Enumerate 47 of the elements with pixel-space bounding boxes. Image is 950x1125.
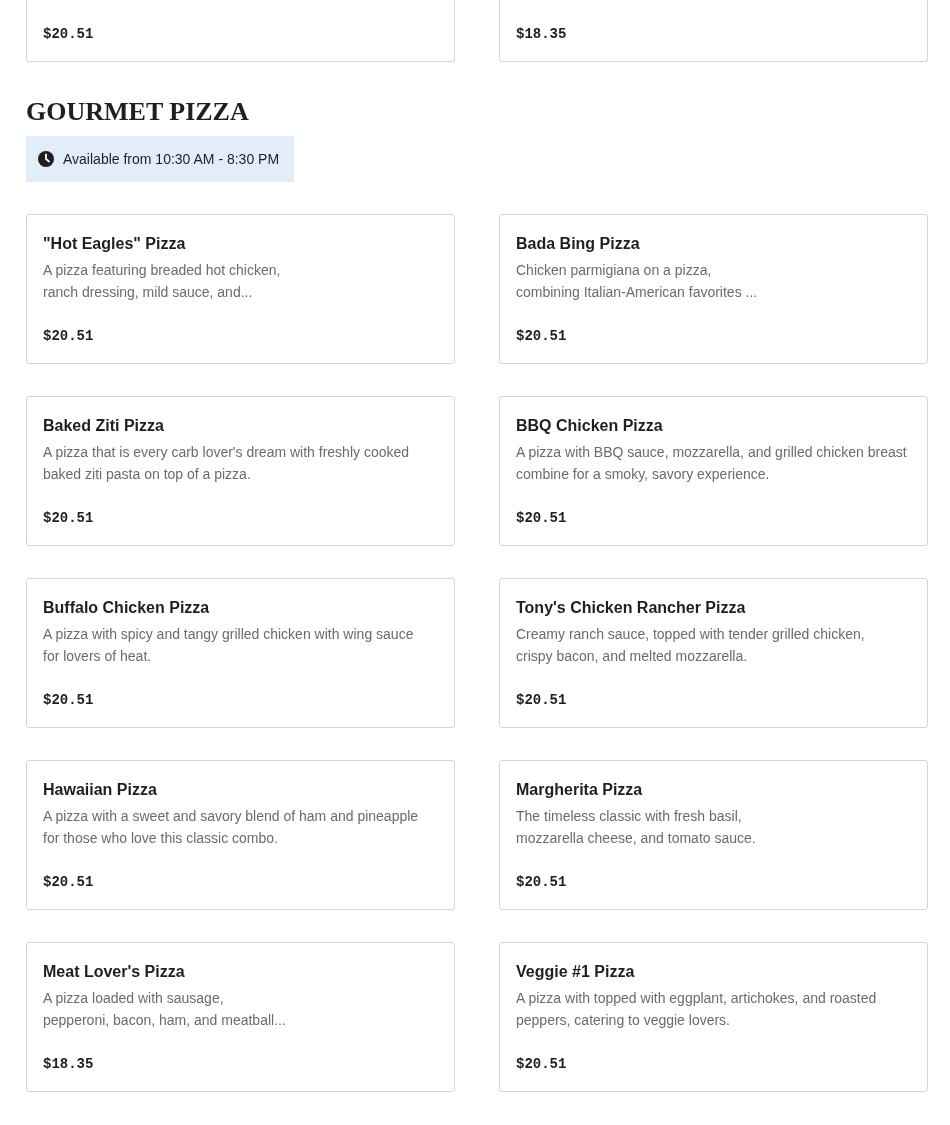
item-description: Chicken parmigiana on a pizza, combining Italian-American favorites ... bbox=[516, 261, 758, 302]
menu-item-card[interactable]: Bada Bing Pizza Chicken parmigiana on a pizza, combining Italian-American favorites ... $20.51 bbox=[499, 214, 928, 364]
menu-item-card[interactable]: $20.51 bbox=[26, 0, 455, 62]
item-description: A pizza with spicy and tangy grilled chicken with wing sauce for lovers of heat. bbox=[43, 625, 414, 666]
item-description: A pizza with topped with eggplant, artichokes, and roasted peppers, catering to veggie lovers. bbox=[516, 989, 877, 1030]
item-name: Meat Lover's Pizza bbox=[43, 962, 185, 982]
menu-item-card[interactable]: Hawaiian Pizza A pizza with a sweet and savory blend of ham and pineapple for those who love this classic combo. $20.51 bbox=[26, 760, 455, 910]
item-description: A pizza loaded with sausage, pepperoni, bacon, ham, and meatball... bbox=[43, 989, 286, 1030]
item-price: $20.51 bbox=[516, 327, 567, 345]
item-price: $20.51 bbox=[516, 1055, 567, 1073]
item-price: $20.51 bbox=[516, 873, 567, 891]
item-name: Bada Bing Pizza bbox=[516, 234, 640, 254]
menu-item-card[interactable]: Margherita Pizza The timeless classic with fresh basil, mozzarella cheese, and tomato sauce. $20.51 bbox=[499, 760, 928, 910]
item-name: Hawaiian Pizza bbox=[43, 780, 157, 800]
section-heading: GOURMET PIZZA bbox=[26, 96, 249, 128]
menu-item-card[interactable]: BBQ Chicken Pizza A pizza with BBQ sauce, mozzarella, and grilled chicken breast combine for a smoky, savory experience. $20.51 bbox=[499, 396, 928, 546]
menu-item-card[interactable]: $18.35 bbox=[499, 0, 928, 62]
menu-item-card[interactable]: "Hot Eagles" Pizza A pizza featuring breaded hot chicken, ranch dressing, mild sauce, and... $20.51 bbox=[26, 214, 455, 364]
item-name: Tony's Chicken Rancher Pizza bbox=[516, 598, 746, 618]
menu-item-card[interactable]: Meat Lover's Pizza A pizza loaded with sausage, pepperoni, bacon, ham, and meatball... $18.35 bbox=[26, 942, 455, 1092]
item-description: The timeless classic with fresh basil, mozzarella cheese, and tomato sauce. bbox=[516, 807, 756, 848]
item-description: Creamy ranch sauce, topped with tender grilled chicken, crispy bacon, and melted mozzarella. bbox=[516, 625, 865, 666]
item-price: $20.51 bbox=[43, 25, 94, 43]
item-price: $20.51 bbox=[43, 691, 94, 709]
item-price: $18.35 bbox=[43, 1055, 94, 1073]
item-description: A pizza that is every carb lover's dream with freshly cooked baked ziti pasta on top of a pizza. bbox=[43, 443, 410, 484]
item-name: Baked Ziti Pizza bbox=[43, 416, 164, 436]
item-description: A pizza with BBQ sauce, mozzarella, and grilled chicken breast combine for a smoky, savory experience. bbox=[516, 443, 907, 484]
item-price: $20.51 bbox=[516, 691, 567, 709]
item-description: A pizza featuring breaded hot chicken, ranch dressing, mild sauce, and... bbox=[43, 261, 281, 302]
item-name: "Hot Eagles" Pizza bbox=[43, 234, 186, 254]
clock-icon bbox=[38, 151, 54, 167]
item-price: $20.51 bbox=[43, 509, 94, 527]
item-name: BBQ Chicken Pizza bbox=[516, 416, 663, 436]
item-name: Veggie #1 Pizza bbox=[516, 962, 635, 982]
item-price: $20.51 bbox=[516, 509, 567, 527]
item-price: $18.35 bbox=[516, 25, 567, 43]
item-price: $20.51 bbox=[43, 873, 94, 891]
item-description: A pizza with a sweet and savory blend of ham and pineapple for those who love this classic combo. bbox=[43, 807, 419, 848]
item-name: Margherita Pizza bbox=[516, 780, 643, 800]
menu-item-card[interactable]: Baked Ziti Pizza A pizza that is every carb lover's dream with freshly cooked baked ziti pasta on top of a pizza. $20.51 bbox=[26, 396, 455, 546]
item-price: $20.51 bbox=[43, 327, 94, 345]
menu-item-card[interactable]: Buffalo Chicken Pizza A pizza with spicy and tangy grilled chicken with wing sauce for lovers of heat. $20.51 bbox=[26, 578, 455, 728]
item-name: Buffalo Chicken Pizza bbox=[43, 598, 210, 618]
menu-item-card[interactable]: Veggie #1 Pizza A pizza with topped with eggplant, artichokes, and roasted peppers, catering to veggie lovers. $20.51 bbox=[499, 942, 928, 1092]
menu-item-card[interactable]: Tony's Chicken Rancher Pizza Creamy ranch sauce, topped with tender grilled chicken, crispy bacon, and melted mozzarella. $20.51 bbox=[499, 578, 928, 728]
availability-text: Available from 10:30 AM - 8:30 PM bbox=[63, 151, 280, 167]
